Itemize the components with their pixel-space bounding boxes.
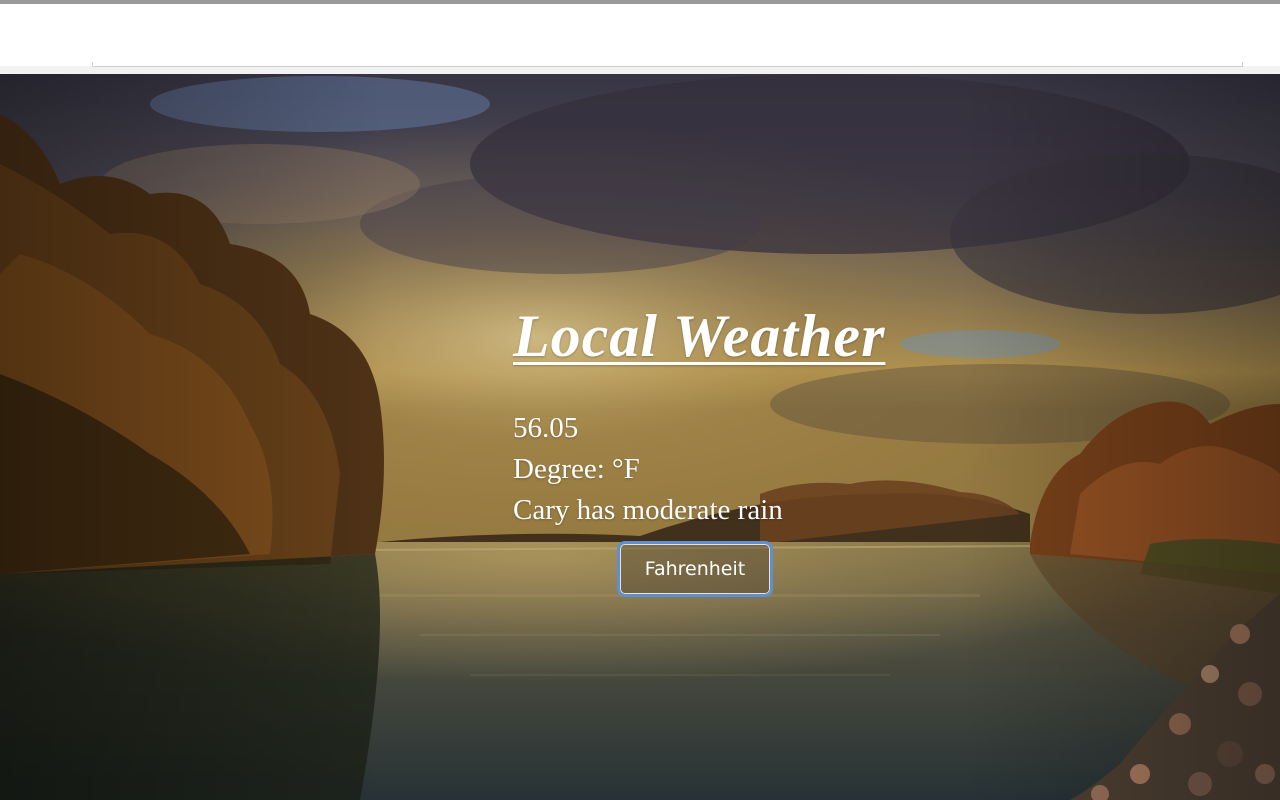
- page-title: Local Weather: [513, 303, 886, 369]
- browser-subbar: [0, 62, 1280, 74]
- weather-panel: Local Weather 56.05 Degree: °F Cary has …: [513, 300, 1033, 597]
- weather-description: Cary has moderate rain: [513, 494, 783, 526]
- unit-toggle-button[interactable]: Fahrenheit: [617, 541, 773, 597]
- degree-label: Degree: °F: [513, 453, 640, 485]
- background-landscape-image: Local Weather 56.05 Degree: °F Cary has …: [0, 74, 1280, 800]
- address-bar-edge: [92, 62, 1243, 67]
- browser-toolbar: [0, 4, 1280, 66]
- temperature-value: 56.05: [513, 412, 579, 444]
